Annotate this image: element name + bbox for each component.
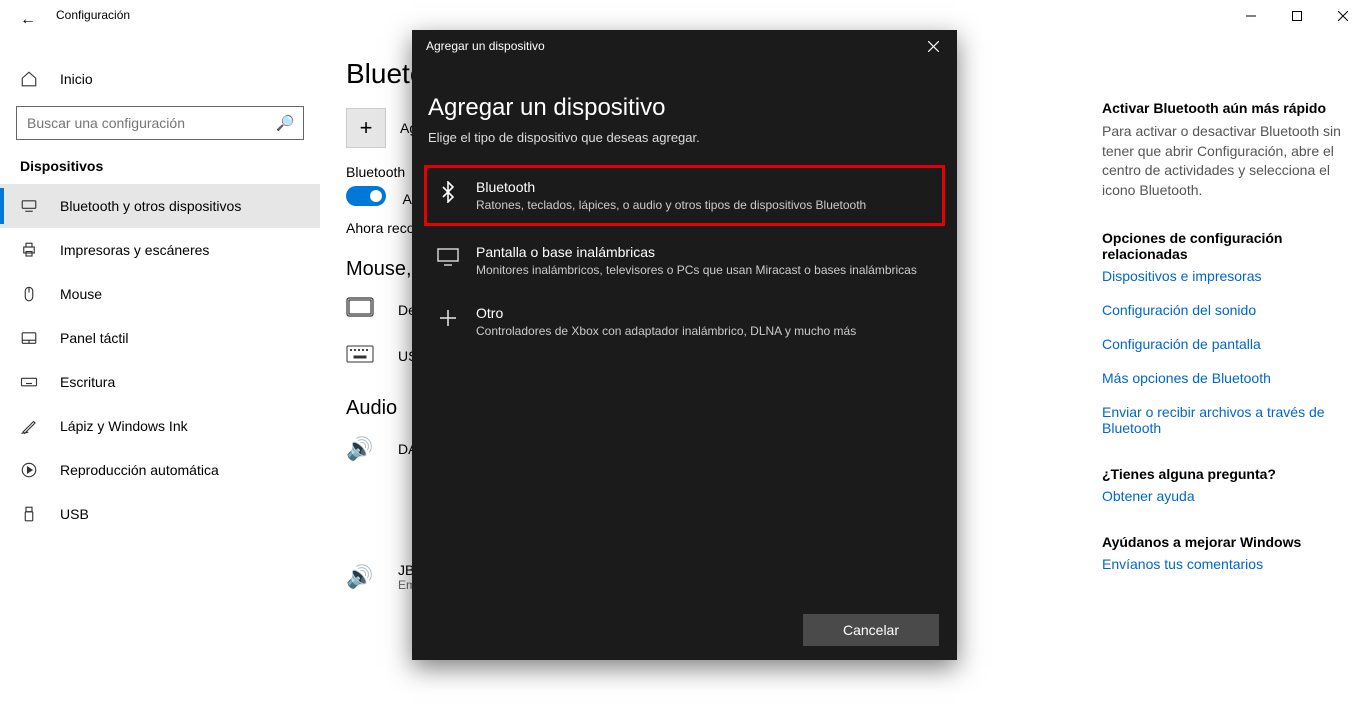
question-heading: ¿Tienes alguna pregunta? — [1102, 466, 1342, 482]
back-button[interactable]: ← — [12, 4, 44, 36]
sidebar-item-mouse[interactable]: Mouse — [0, 272, 320, 316]
sidebar-item-label: Lápiz y Windows Ink — [60, 418, 188, 434]
link-get-help[interactable]: Obtener ayuda — [1102, 488, 1342, 504]
sidebar-item-label: Mouse — [60, 286, 102, 302]
keyboard-device-icon — [346, 343, 382, 369]
app-title: Configuración — [56, 8, 130, 22]
option-title: Pantalla o base inalámbricas — [476, 244, 917, 260]
sidebar-group-label: Dispositivos — [0, 158, 320, 184]
search-input-container[interactable]: 🔍 — [16, 106, 304, 140]
sidebar-item-label: Impresoras y escáneres — [60, 242, 209, 258]
add-device-button[interactable]: + — [346, 108, 386, 148]
fast-bt-text: Para activar o desactivar Bluetooth sin … — [1102, 122, 1342, 200]
autoplay-icon — [20, 461, 38, 479]
mouse-icon — [20, 285, 38, 303]
option-title: Bluetooth — [476, 179, 866, 195]
usb-icon — [20, 505, 38, 523]
option-desc: Monitores inalámbricos, televisores o PC… — [476, 263, 917, 277]
link-display-settings[interactable]: Configuración de pantalla — [1102, 336, 1342, 352]
sidebar-item-label: Escritura — [60, 374, 115, 390]
related-heading: Opciones de configuración relacionadas — [1102, 230, 1342, 262]
sidebar-item-usb[interactable]: USB — [0, 492, 320, 536]
dialog-subtitle: Elige el tipo de dispositivo que deseas … — [428, 130, 941, 145]
sidebar-item-touchpad[interactable]: Panel táctil — [0, 316, 320, 360]
home-label: Inicio — [60, 71, 93, 87]
sidebar-item-label: Panel táctil — [60, 330, 128, 346]
sidebar-item-label: Bluetooth y otros dispositivos — [60, 198, 241, 214]
link-more-bt-options[interactable]: Más opciones de Bluetooth — [1102, 370, 1342, 386]
bluetooth-toggle[interactable] — [346, 186, 386, 206]
search-input[interactable] — [17, 107, 303, 139]
sidebar-item-home[interactable]: Inicio — [0, 44, 320, 106]
link-devices-printers[interactable]: Dispositivos e impresoras — [1102, 268, 1342, 284]
plus-icon — [436, 306, 460, 330]
add-device-dialog: Agregar un dispositivo Agregar un dispos… — [412, 30, 957, 660]
minimize-button[interactable] — [1228, 0, 1274, 32]
option-other[interactable]: Otro Controladores de Xbox con adaptador… — [428, 291, 941, 352]
fast-bt-heading: Activar Bluetooth aún más rápido — [1102, 100, 1342, 116]
speaker-icon: 🔊 — [346, 564, 382, 590]
cancel-button[interactable]: Cancelar — [803, 614, 939, 646]
sidebar-item-typing[interactable]: Escritura — [0, 360, 320, 404]
link-sound-settings[interactable]: Configuración del sonido — [1102, 302, 1342, 318]
home-icon — [20, 70, 38, 88]
printer-icon — [20, 241, 38, 259]
sidebar: Inicio 🔍 Dispositivos Bluetooth y otros … — [0, 44, 320, 728]
option-desc: Ratones, teclados, lápices, o audio y ot… — [476, 198, 866, 212]
search-icon: 🔍 — [276, 114, 295, 132]
sidebar-item-printers[interactable]: Impresoras y escáneres — [0, 228, 320, 272]
option-title: Otro — [476, 305, 856, 321]
speaker-icon: 🔊 — [346, 436, 382, 462]
keyboard-device-icon — [346, 297, 382, 323]
option-wireless-display[interactable]: Pantalla o base inalámbricas Monitores i… — [428, 230, 941, 291]
maximize-button[interactable] — [1274, 0, 1320, 32]
touchpad-icon — [20, 329, 38, 347]
window-titlebar — [0, 0, 1366, 32]
dialog-header: Agregar un dispositivo — [426, 39, 545, 53]
close-button[interactable] — [1320, 0, 1366, 32]
keyboard-icon — [20, 373, 38, 391]
monitor-icon — [436, 245, 460, 269]
bluetooth-icon — [20, 197, 38, 215]
sidebar-item-autoplay[interactable]: Reproducción automática — [0, 448, 320, 492]
dialog-title: Agregar un dispositivo — [428, 94, 941, 122]
pen-icon — [20, 417, 38, 435]
bluetooth-icon — [436, 180, 460, 204]
link-bt-files[interactable]: Enviar o recibir archivos a través de Bl… — [1102, 404, 1342, 436]
improve-heading: Ayúdanos a mejorar Windows — [1102, 534, 1342, 550]
option-desc: Controladores de Xbox con adaptador inal… — [476, 324, 856, 338]
sidebar-item-label: USB — [60, 506, 89, 522]
sidebar-item-pen[interactable]: Lápiz y Windows Ink — [0, 404, 320, 448]
sidebar-item-label: Reproducción automática — [60, 462, 219, 478]
dialog-close-button[interactable] — [915, 30, 951, 62]
option-bluetooth[interactable]: Bluetooth Ratones, teclados, lápices, o … — [424, 165, 945, 226]
right-column: Activar Bluetooth aún más rápido Para ac… — [1102, 100, 1342, 602]
link-feedback[interactable]: Envíanos tus comentarios — [1102, 556, 1342, 572]
sidebar-item-bluetooth[interactable]: Bluetooth y otros dispositivos — [0, 184, 320, 228]
